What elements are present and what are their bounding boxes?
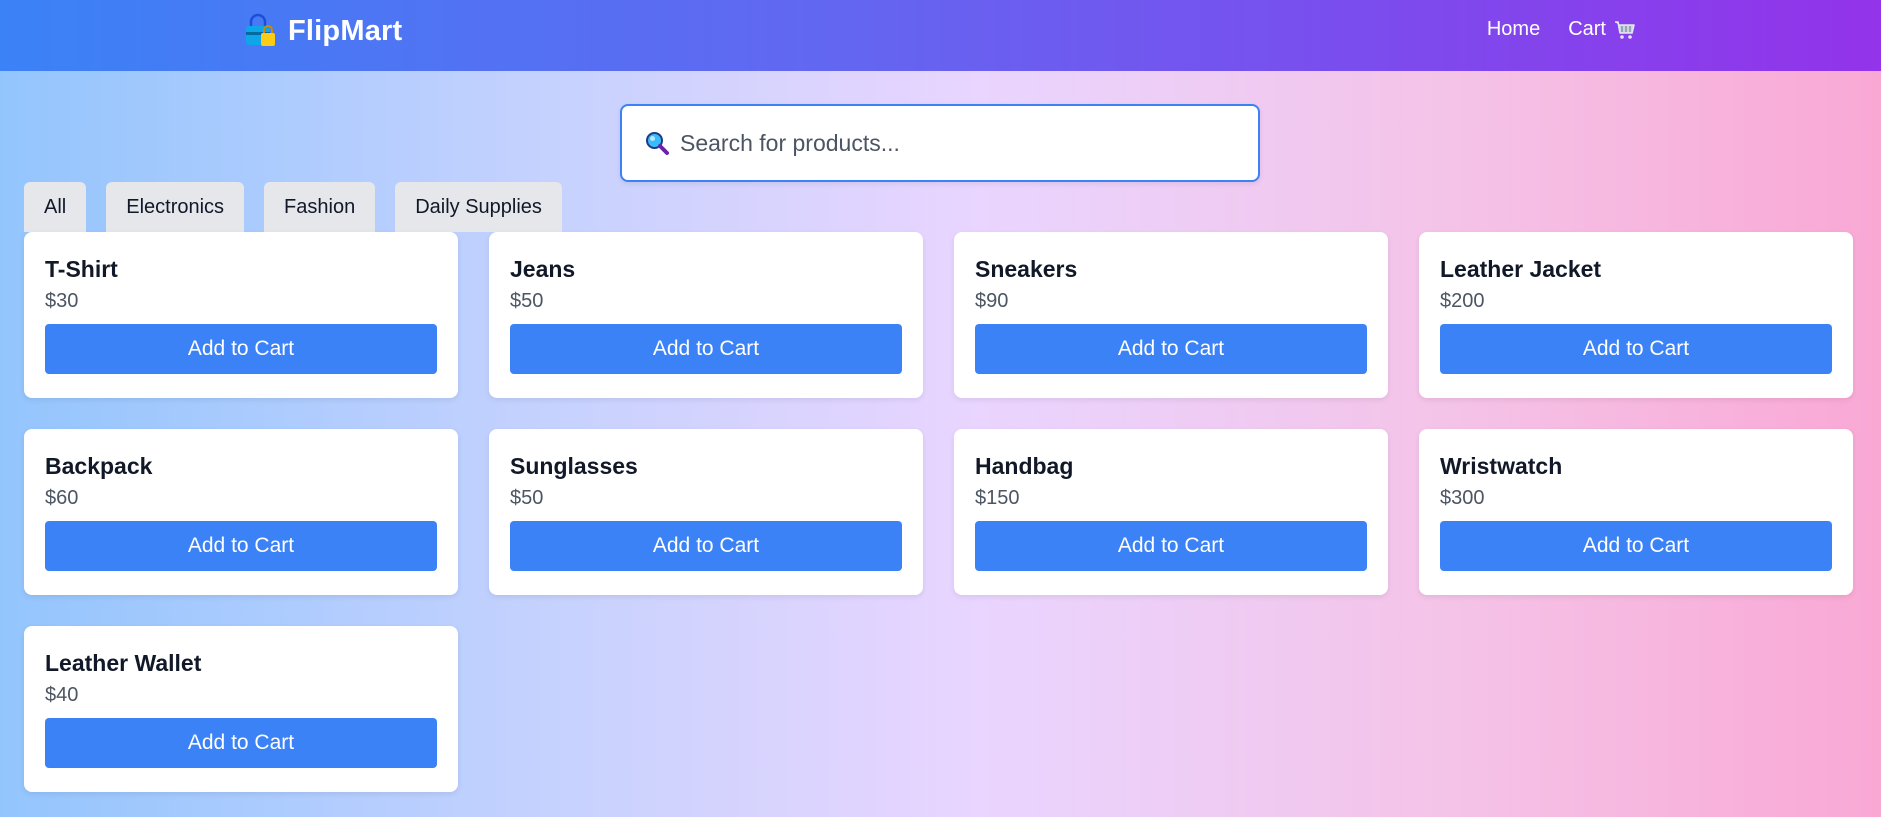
- add-to-cart-button[interactable]: Add to Cart: [45, 718, 437, 768]
- add-to-cart-button[interactable]: Add to Cart: [1440, 324, 1832, 374]
- category-filters: All Electronics Fashion Daily Supplies: [24, 182, 562, 232]
- filter-daily-supplies-button[interactable]: Daily Supplies: [395, 182, 562, 232]
- magnifying-glass-icon: [646, 132, 669, 155]
- search-box: [620, 104, 1260, 182]
- product-card: Wristwatch $300 Add to Cart: [1419, 429, 1853, 595]
- product-name: Leather Jacket: [1440, 256, 1602, 282]
- product-price: $50: [510, 290, 544, 312]
- product-name: Sneakers: [975, 256, 1078, 282]
- product-card: Leather Wallet $40 Add to Cart: [24, 626, 458, 792]
- product-price: $30: [45, 290, 79, 312]
- product-price: $200: [1440, 290, 1485, 312]
- product-card: Sunglasses $50 Add to Cart: [489, 429, 923, 595]
- product-price: $90: [975, 290, 1009, 312]
- product-grid: T-Shirt $30 Add to Cart Jeans $50 Add to Cart…: [24, 232, 1855, 792]
- product-price: $40: [45, 684, 79, 706]
- add-to-cart-button[interactable]: Add to Cart: [510, 521, 902, 571]
- top-header: FlipMart Home Cart: [0, 0, 1881, 71]
- nav-home-label: Home: [1486, 18, 1541, 40]
- product-card: Sneakers $90 Add to Cart: [954, 232, 1388, 398]
- product-name: Backpack: [45, 453, 153, 479]
- brand-logo[interactable]: FlipMart: [242, 12, 402, 50]
- main-nav: Home Cart: [1487, 18, 1636, 41]
- nav-cart-label: Cart: [1568, 18, 1606, 40]
- nav-cart-link[interactable]: Cart: [1568, 18, 1636, 41]
- product-card: T-Shirt $30 Add to Cart: [24, 232, 458, 398]
- product-card: Handbag $150 Add to Cart: [954, 429, 1388, 595]
- product-price: $150: [975, 487, 1020, 509]
- product-price: $50: [510, 487, 544, 509]
- nav-home-link[interactable]: Home: [1487, 18, 1540, 41]
- product-card: Leather Jacket $200 Add to Cart: [1419, 232, 1853, 398]
- product-card: Backpack $60 Add to Cart: [24, 429, 458, 595]
- add-to-cart-button[interactable]: Add to Cart: [975, 324, 1367, 374]
- brand-name: FlipMart: [288, 14, 403, 47]
- add-to-cart-button[interactable]: Add to Cart: [975, 521, 1367, 571]
- product-name: Handbag: [975, 453, 1074, 479]
- add-to-cart-button[interactable]: Add to Cart: [1440, 521, 1832, 571]
- add-to-cart-button[interactable]: Add to Cart: [45, 521, 437, 571]
- product-card: Jeans $50 Add to Cart: [489, 232, 923, 398]
- product-price: $60: [45, 487, 79, 509]
- product-price: $300: [1440, 487, 1485, 509]
- filter-electronics-button[interactable]: Electronics: [106, 182, 245, 232]
- filter-fashion-button[interactable]: Fashion: [264, 182, 376, 232]
- shopping-cart-icon: [1615, 20, 1635, 39]
- add-to-cart-button[interactable]: Add to Cart: [45, 324, 437, 374]
- add-to-cart-button[interactable]: Add to Cart: [510, 324, 902, 374]
- product-name: Jeans: [510, 256, 576, 282]
- product-name: Leather Wallet: [45, 650, 202, 676]
- filter-all-button[interactable]: All: [24, 182, 87, 232]
- product-name: Wristwatch: [1440, 453, 1563, 479]
- product-name: T-Shirt: [45, 256, 118, 282]
- product-name: Sunglasses: [510, 453, 638, 479]
- search-input[interactable]: [680, 129, 1240, 157]
- shopping-bag-lock-icon: [246, 13, 275, 46]
